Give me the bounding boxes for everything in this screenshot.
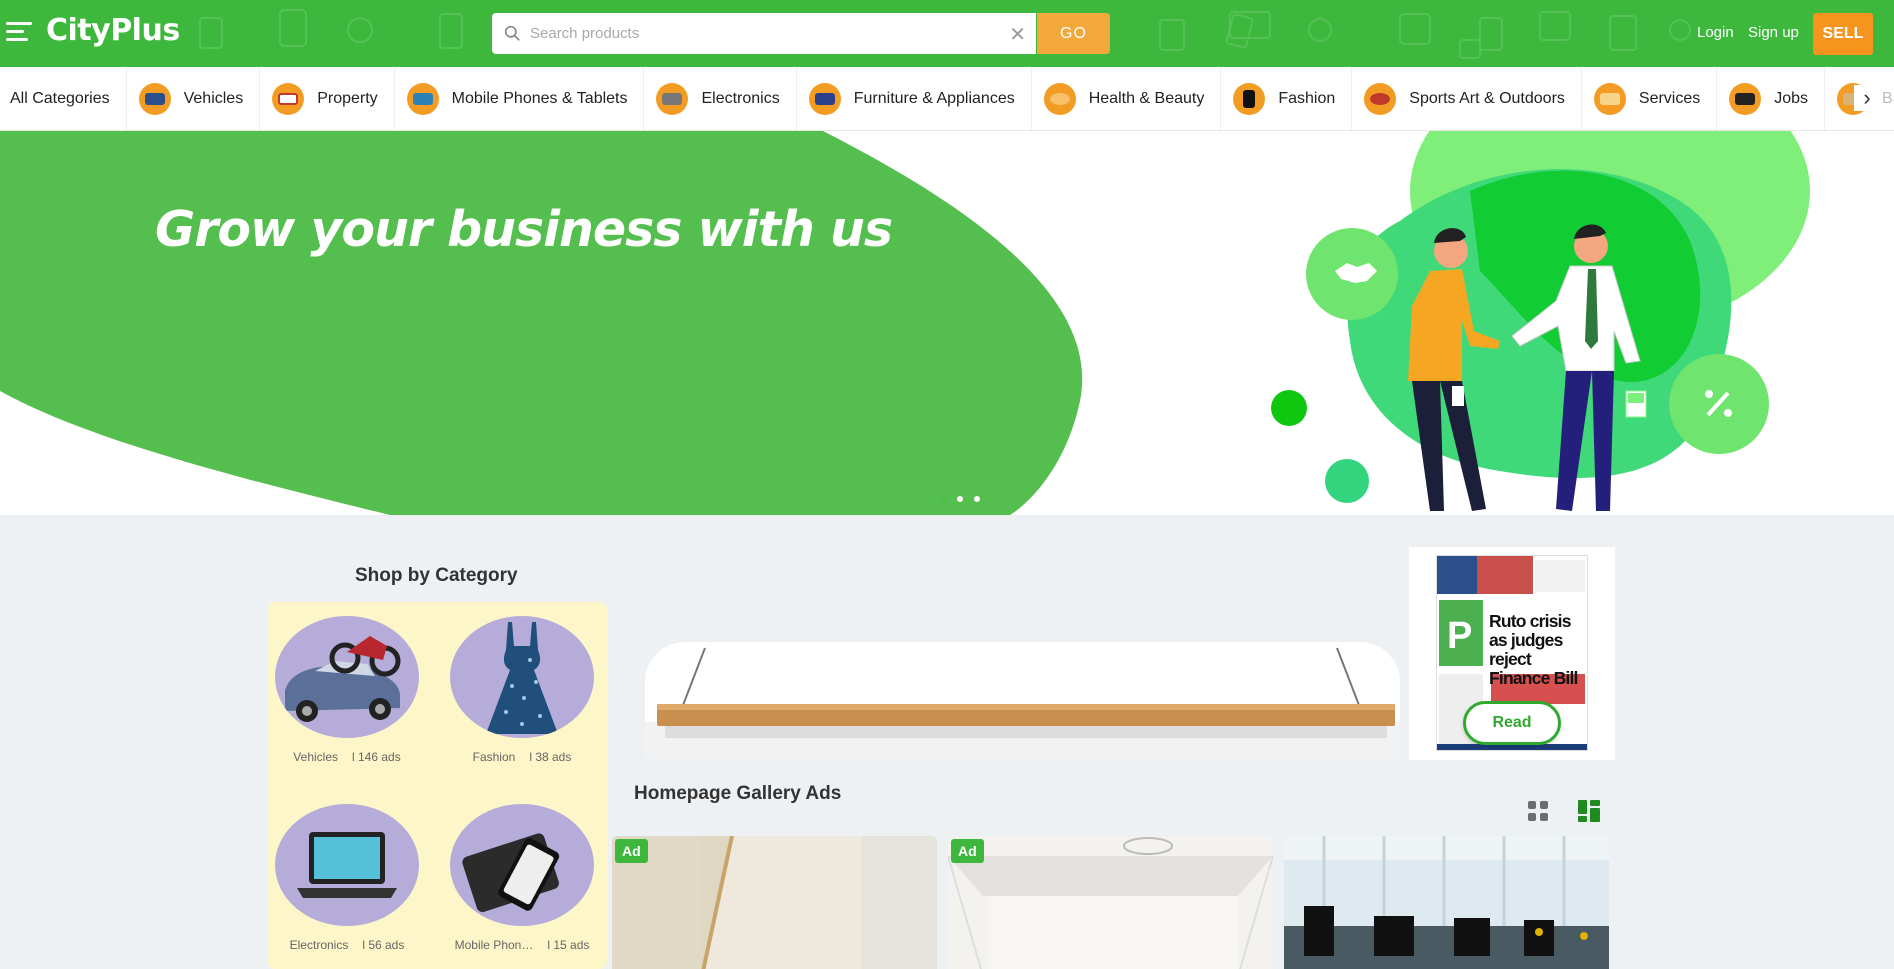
nav-item-label: Fashion [1278,89,1336,107]
nav-item-services[interactable]: Services [1582,67,1718,130]
services-icon [1593,82,1626,115]
svg-text:P: P [1447,615,1472,657]
chevron-right-icon[interactable]: › [1854,85,1880,111]
hamburger-menu-icon[interactable] [6,22,32,44]
category-card-mobile-phones[interactable]: Mobile Phon… l 15 ads [442,804,602,952]
masonry-view-icon[interactable] [1577,799,1601,823]
hero-background-shapes [0,131,1810,515]
grid-view-icon[interactable] [1527,800,1549,822]
phone-icon [406,82,439,115]
gallery-ad-card[interactable]: Ad [948,836,1273,969]
jobs-icon [1729,82,1762,115]
nav-item-property[interactable]: Property [260,67,395,130]
nav-item-label: Mobile Phones & Tablets [451,89,628,107]
top-header-bar: CityPlus ✕ GO Login Sign up SELL [0,0,1894,67]
sell-button[interactable]: SELL [1813,13,1873,55]
nav-item-label: Furniture & Appliances [853,89,1015,107]
hero-title: Grow your business with us [155,201,893,258]
carousel-dot[interactable] [940,496,946,502]
carousel-dots [940,496,980,502]
carousel-dot[interactable] [974,496,980,502]
nav-item-vehicles[interactable]: Vehicles [127,67,261,130]
search-input[interactable] [530,13,990,54]
site-logo[interactable]: CityPlus [46,13,180,48]
category-count: l 15 ads [547,938,590,952]
category-card-vehicles[interactable]: Vehicles l 146 ads [267,616,427,764]
category-count: l 38 ads [529,750,572,764]
electronics-icon [656,82,689,115]
nav-all-categories[interactable]: All Categories [0,67,127,130]
nav-item-label: Sports Art & Outdoors [1409,89,1565,107]
login-link[interactable]: Login [1697,24,1734,41]
dress-image [450,616,594,738]
category-name: Fashion [472,750,516,764]
nav-item-label: Electronics [701,89,780,107]
gallery-ad-card[interactable]: Ad [612,836,937,969]
sofa-icon [808,82,841,115]
category-count: l 56 ads [362,938,405,952]
nav-item-fashion[interactable]: Fashion [1221,67,1353,130]
ad-badge: Ad [615,839,648,863]
nav-item-mobile-phones[interactable]: Mobile Phones & Tablets [395,67,645,130]
ad-badge: Ad [951,839,984,863]
nav-item-sports[interactable]: Sports Art & Outdoors [1352,67,1582,130]
gallery-ad-card[interactable] [1284,836,1609,969]
ad-image [948,836,1273,969]
beauty-icon [1043,82,1076,115]
nav-item-label: Jobs [1774,89,1809,107]
shop-by-category-panel: Vehicles l 146 ads Fashion l 38 ads Electr… [267,602,607,969]
phones-image [450,804,594,926]
nav-item-electronics[interactable]: Electronics [644,67,797,130]
nav-item-label: Babies [1882,89,1894,107]
category-name: Mobile Phon… [454,938,534,952]
search-go-button[interactable]: GO [1037,13,1110,54]
sports-icon [1364,82,1397,115]
shop-by-category-title: Shop by Category [355,565,518,586]
ad-image [1284,836,1609,969]
carousel-dot[interactable] [957,496,963,502]
category-card-fashion[interactable]: Fashion l 38 ads [442,616,602,764]
search-bar: ✕ [492,13,1036,54]
read-button[interactable]: Read [1463,701,1561,745]
ad-image [612,836,937,969]
clear-search-icon[interactable]: ✕ [1009,22,1026,47]
nav-item-health-beauty[interactable]: Health & Beauty [1032,67,1222,130]
nav-item-label: Health & Beauty [1088,89,1205,107]
category-name: Vehicles [293,750,338,764]
nav-item-label: Property [317,89,378,107]
newspaper-headline: Ruto crisis as judges reject Finance Bil… [1489,611,1578,688]
newspaper-widget: P Ruto crisis as judges reject Finance B… [1409,547,1615,760]
shelf-banner [645,642,1400,758]
nav-item-label: Vehicles [183,89,244,107]
category-navigation: All Categories Vehicles Property Mobile … [0,67,1894,131]
category-name: Electronics [289,938,349,952]
house-icon [272,82,305,115]
nav-item-jobs[interactable]: Jobs [1717,67,1826,130]
category-card-electronics[interactable]: Electronics l 56 ads [267,804,427,952]
nav-all-categories-label: All Categories [10,89,110,107]
dress-icon [1233,82,1266,115]
nav-item-label: Services [1638,89,1701,107]
category-count: l 146 ads [352,750,401,764]
car-icon [138,82,171,115]
gallery-title: Homepage Gallery Ads [634,783,842,804]
signup-link[interactable]: Sign up [1748,24,1799,41]
search-icon [504,25,520,41]
vehicles-image [275,616,419,738]
nav-item-furniture[interactable]: Furniture & Appliances [797,67,1032,130]
laptop-image [275,804,419,926]
hero-banner: Grow your business with us [0,131,1894,515]
